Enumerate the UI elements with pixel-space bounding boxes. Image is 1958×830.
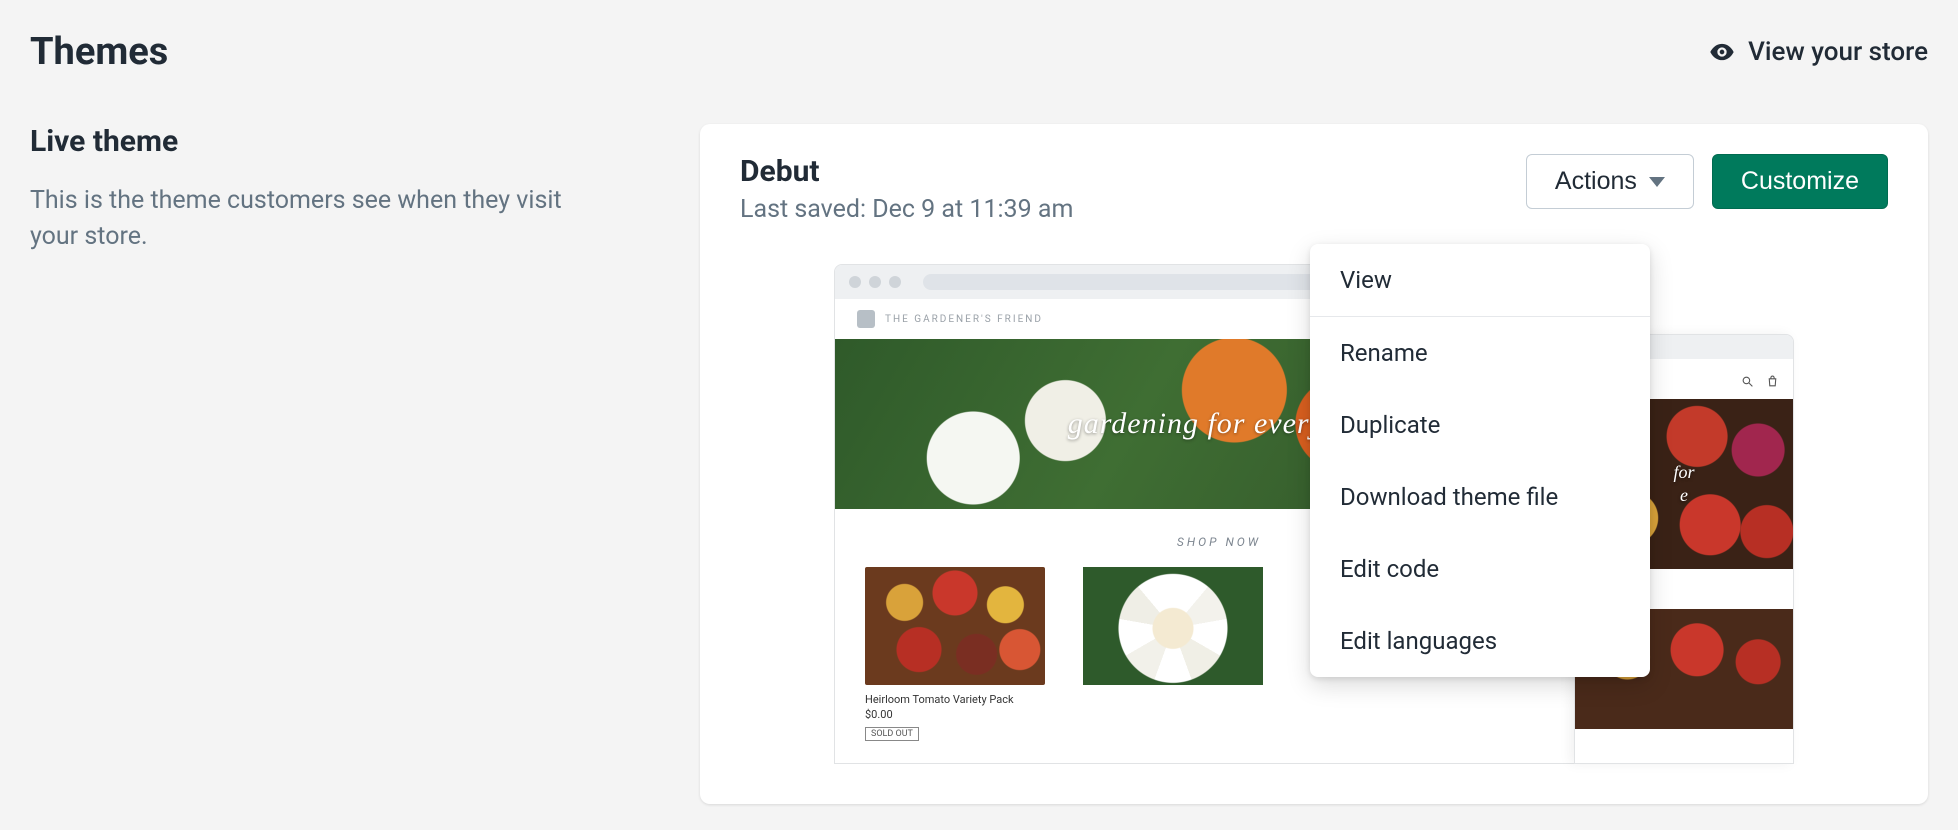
product-price: $0.00 <box>865 708 1045 721</box>
product-image <box>865 567 1045 685</box>
product-title: Heirloom Tomato Variety Pack <box>865 693 1045 706</box>
window-dot-icon <box>849 276 861 288</box>
page-title: Themes <box>30 30 168 74</box>
view-store-label: View your store <box>1748 37 1928 67</box>
window-dot-icon <box>869 276 881 288</box>
dropdown-item-view[interactable]: View <box>1310 244 1650 316</box>
actions-dropdown: View Rename Duplicate Download theme fil… <box>1310 244 1650 677</box>
customize-label: Customize <box>1741 169 1859 194</box>
section-heading: Live theme <box>30 124 670 159</box>
product-card <box>1083 567 1263 741</box>
logo-icon <box>857 310 875 328</box>
sold-out-badge: SOLD OUT <box>865 727 919 741</box>
theme-name: Debut <box>740 154 1073 189</box>
dropdown-item-duplicate[interactable]: Duplicate <box>1310 389 1650 461</box>
section-description: This is the theme customers see when the… <box>30 183 610 256</box>
dropdown-item-edit-languages[interactable]: Edit languages <box>1310 605 1650 677</box>
customize-button[interactable]: Customize <box>1712 154 1888 209</box>
actions-label: Actions <box>1555 169 1637 194</box>
search-icon <box>1741 373 1754 386</box>
bag-icon <box>1766 373 1779 386</box>
preview-logo-text: THE GARDENER'S FRIEND <box>885 314 1043 325</box>
actions-button[interactable]: Actions <box>1526 154 1694 209</box>
live-theme-sidebar: Live theme This is the theme customers s… <box>30 124 670 256</box>
view-store-link[interactable]: View your store <box>1708 37 1928 67</box>
dropdown-item-download[interactable]: Download theme file <box>1310 461 1650 533</box>
theme-card: Debut Last saved: Dec 9 at 11:39 am Acti… <box>700 124 1928 804</box>
product-card: Heirloom Tomato Variety Pack $0.00 SOLD … <box>865 567 1045 741</box>
theme-last-saved: Last saved: Dec 9 at 11:39 am <box>740 195 1073 224</box>
window-dot-icon <box>889 276 901 288</box>
product-image <box>1083 567 1263 685</box>
chevron-down-icon <box>1649 177 1665 187</box>
mobile-hero-text: for e <box>1663 461 1704 508</box>
page-header: Themes View your store <box>30 30 1928 74</box>
dropdown-item-rename[interactable]: Rename <box>1310 317 1650 389</box>
dropdown-item-edit-code[interactable]: Edit code <box>1310 533 1650 605</box>
eye-icon <box>1708 38 1736 66</box>
